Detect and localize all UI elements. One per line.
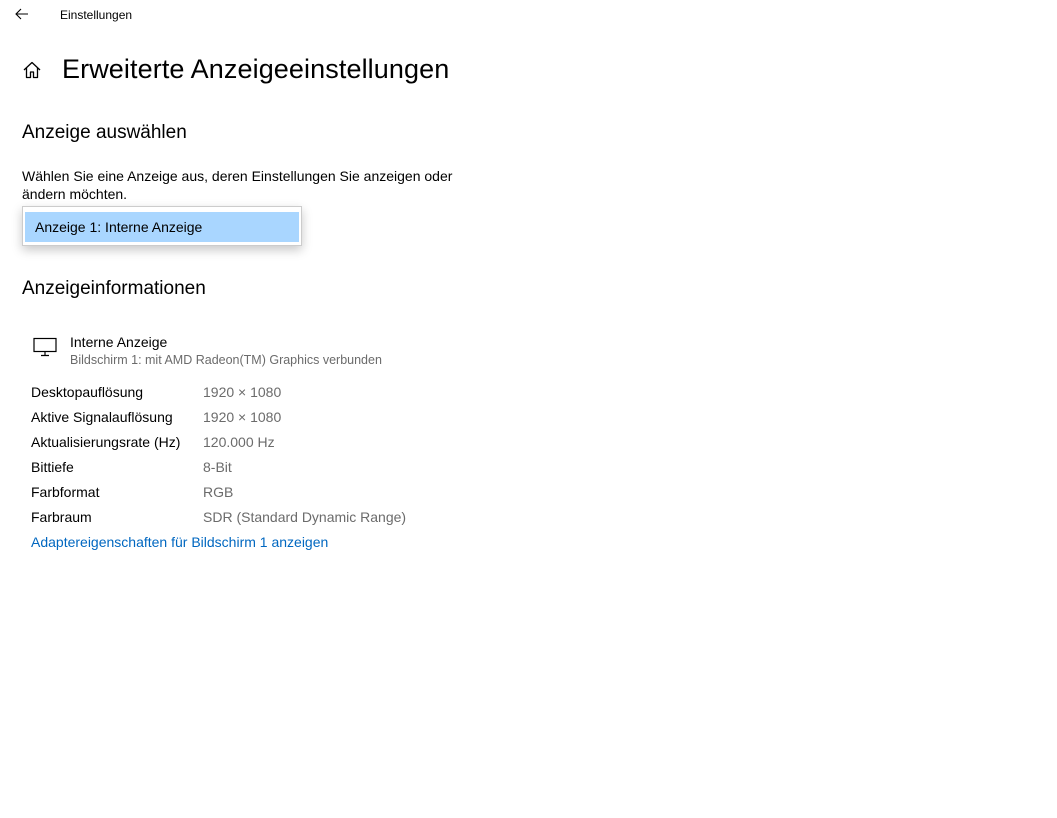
info-value: 1920 × 1080 <box>203 384 282 400</box>
info-value: 1920 × 1080 <box>203 409 282 425</box>
app-title: Einstellungen <box>60 8 133 22</box>
display-info-heading: Anzeigeinformationen <box>22 278 206 299</box>
dropdown-option-display-1[interactable]: Anzeige 1: Interne Anzeige <box>25 212 299 242</box>
info-label: Farbraum <box>31 509 92 525</box>
info-row-color-space: Farbraum SDR (Standard Dynamic Range) <box>31 509 451 529</box>
adapter-properties-link[interactable]: Adaptereigenschaften für Bildschirm 1 an… <box>31 534 328 550</box>
select-display-description: Wählen Sie eine Anzeige aus, deren Einst… <box>22 168 453 202</box>
select-display-heading: Anzeige auswählen <box>22 122 187 143</box>
home-icon[interactable] <box>22 60 42 80</box>
display-subtitle: Bildschirm 1: mit AMD Radeon(TM) Graphic… <box>70 353 382 367</box>
info-row-bit-depth: Bittiefe 8-Bit <box>31 459 451 479</box>
display-name: Interne Anzeige <box>70 334 168 350</box>
page-title: Erweiterte Anzeigeeinstellungen <box>62 54 450 84</box>
back-button[interactable] <box>8 2 36 26</box>
info-row-refresh-rate: Aktualisierungsrate (Hz) 120.000 Hz <box>31 434 451 454</box>
info-value: 120.000 Hz <box>203 434 275 450</box>
info-row-active-signal-resolution: Aktive Signalauflösung 1920 × 1080 <box>31 409 451 429</box>
info-label: Aktualisierungsrate (Hz) <box>31 434 181 450</box>
info-value: SDR (Standard Dynamic Range) <box>203 509 407 525</box>
info-label: Bittiefe <box>31 459 74 475</box>
info-row-color-format: Farbformat RGB <box>31 484 451 504</box>
info-label: Desktopauflösung <box>31 384 144 400</box>
title-bar: Einstellungen <box>0 0 1057 30</box>
info-row-desktop-resolution: Desktopauflösung 1920 × 1080 <box>31 384 451 404</box>
info-value: RGB <box>203 484 234 500</box>
info-value: 8-Bit <box>203 459 232 475</box>
info-label: Farbformat <box>31 484 100 500</box>
monitor-icon <box>33 337 57 357</box>
info-label: Aktive Signalauflösung <box>31 409 173 425</box>
display-dropdown-list[interactable]: Anzeige 1: Interne Anzeige <box>22 206 302 246</box>
settings-window: Einstellungen Erweiterte Anzeigeeinstell… <box>0 0 1057 818</box>
back-arrow-icon <box>15 8 28 20</box>
